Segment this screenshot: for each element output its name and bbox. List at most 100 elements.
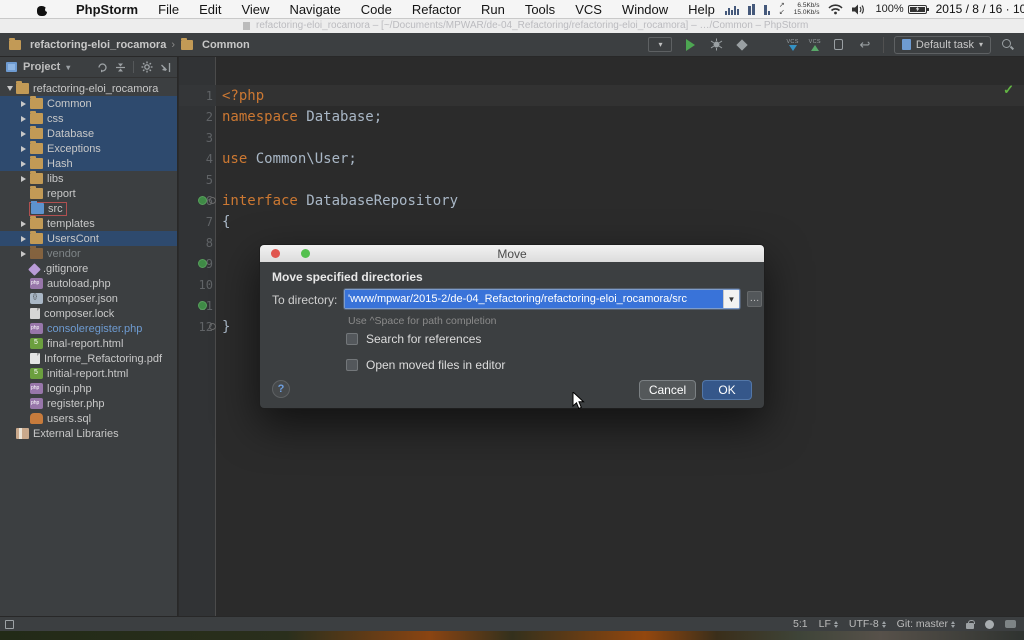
tree-item[interactable]: refactoring-eloi_rocamora (0, 81, 177, 96)
expand-arrow-icon[interactable] (18, 116, 29, 122)
menu-item[interactable]: Edit (189, 2, 231, 17)
menu-item[interactable]: Window (612, 2, 678, 17)
collapse-all-icon[interactable] (115, 62, 126, 73)
expand-arrow-icon[interactable] (18, 161, 29, 167)
expand-arrow-icon[interactable] (4, 86, 15, 91)
tree-item[interactable]: Hash (0, 156, 177, 171)
search-everywhere-icon[interactable] (1001, 38, 1014, 51)
tree-item[interactable]: External Libraries (0, 426, 177, 441)
open-moved-files-checkbox[interactable]: Open moved files in editor (346, 358, 505, 372)
expand-arrow-icon[interactable] (18, 146, 29, 152)
run-config-dropdown[interactable]: ▾ (648, 37, 672, 52)
gear-icon[interactable] (141, 61, 153, 73)
hector-inspection-icon[interactable] (985, 620, 994, 629)
sync-icon[interactable] (97, 62, 108, 73)
inspection-status-icon[interactable]: ✓ (1003, 82, 1014, 98)
tree-item[interactable]: initial-report.html (0, 366, 177, 381)
expand-arrow-icon[interactable] (18, 221, 29, 227)
search-for-references-checkbox[interactable]: Search for references (346, 332, 481, 346)
menu-item[interactable]: PhpStorm (66, 2, 148, 17)
tree-item[interactable]: vendor (0, 246, 177, 261)
code-line[interactable]: 7{ (179, 211, 1024, 232)
default-task-button[interactable]: Default task ▾ (894, 36, 991, 54)
wifi-icon[interactable] (828, 4, 843, 15)
checkbox-icon[interactable] (346, 333, 358, 345)
lock-icon[interactable] (966, 623, 974, 629)
code-line[interactable]: 1<?php (179, 85, 1024, 106)
menu-item[interactable]: File (148, 2, 189, 17)
menu-item[interactable]: Refactor (402, 2, 471, 17)
encoding-selector[interactable]: UTF-8 (849, 618, 886, 630)
menu-item[interactable]: Help (678, 2, 725, 17)
menu-item[interactable]: Navigate (279, 2, 350, 17)
expand-arrow-icon[interactable] (18, 236, 29, 242)
tree-item[interactable]: libs (0, 171, 177, 186)
menu-item[interactable]: Tools (515, 2, 565, 17)
chevron-down-icon[interactable]: ▾ (66, 63, 70, 72)
tree-item[interactable]: Database (0, 126, 177, 141)
git-branch-selector[interactable]: Git: master (897, 618, 955, 630)
caret-position[interactable]: 5:1 (793, 618, 808, 630)
dialog-title-bar[interactable]: Move (260, 245, 764, 262)
code-line[interactable]: 4use Common\User; (179, 148, 1024, 169)
menu-item[interactable]: Code (351, 2, 402, 17)
tree-item[interactable]: consoleregister.php (0, 321, 177, 336)
tree-item[interactable]: autoload.php (0, 276, 177, 291)
ok-button[interactable]: OK (702, 380, 752, 400)
cpu-meter-icon[interactable] (725, 4, 739, 15)
tree-item[interactable]: composer.lock (0, 306, 177, 321)
vcs-update-button[interactable]: VCS (786, 39, 798, 51)
apple-icon[interactable] (36, 3, 48, 16)
disk-meter-icon[interactable] (764, 4, 770, 15)
code-line[interactable]: 3 (179, 127, 1024, 148)
tree-item[interactable]: css (0, 111, 177, 126)
fold-marker-icon[interactable] (209, 197, 216, 204)
tree-item[interactable]: UsersCont (0, 231, 177, 246)
tree-item[interactable]: users.sql (0, 411, 177, 426)
fold-marker-icon[interactable] (209, 323, 216, 330)
implemented-marker-icon[interactable] (198, 259, 207, 268)
menu-item[interactable]: VCS (565, 2, 612, 17)
tree-item[interactable]: Common (0, 96, 177, 111)
cancel-button[interactable]: Cancel (639, 380, 696, 400)
tree-item[interactable]: login.php (0, 381, 177, 396)
directory-path-value[interactable]: 'www/mpwar/2015-2/de-04_Refactoring/refa… (345, 290, 723, 308)
profiler-icon[interactable] (760, 37, 776, 53)
volume-icon[interactable] (852, 4, 866, 15)
expand-arrow-icon[interactable] (18, 176, 29, 182)
project-panel-title[interactable]: Project (23, 61, 60, 73)
implemented-marker-icon[interactable] (198, 196, 207, 205)
combobox-dropdown-icon[interactable]: ▼ (723, 290, 739, 308)
directory-combobox[interactable]: 'www/mpwar/2015-2/de-04_Refactoring/refa… (344, 289, 740, 309)
changes-icon[interactable] (831, 37, 847, 53)
menu-item[interactable]: View (231, 2, 279, 17)
code-line[interactable]: 5 (179, 169, 1024, 190)
toolwindow-toggle-icon[interactable] (5, 620, 14, 629)
help-button[interactable]: ? (272, 380, 290, 398)
expand-arrow-icon[interactable] (18, 101, 29, 107)
tree-item[interactable]: report (0, 186, 177, 201)
memory-meter-icon[interactable] (748, 4, 755, 15)
tree-item[interactable]: .gitignore (0, 261, 177, 276)
debug-icon[interactable] (708, 37, 724, 53)
tree-item[interactable]: register.php (0, 396, 177, 411)
breadcrumb-common[interactable]: Common (180, 39, 250, 51)
implemented-marker-icon[interactable] (198, 301, 207, 310)
tree-item[interactable]: final-report.html (0, 336, 177, 351)
tree-item[interactable]: composer.json (0, 291, 177, 306)
menu-bar-clock[interactable]: 2015 / 8 / 16 · 10:41 (936, 2, 1024, 16)
code-line[interactable]: 2namespace Database; (179, 106, 1024, 127)
checkbox-icon[interactable] (346, 359, 358, 371)
tree-item[interactable]: src (0, 201, 177, 216)
rollback-icon[interactable]: ↩ (857, 37, 873, 53)
line-ending-selector[interactable]: LF (819, 618, 838, 630)
battery-indicator[interactable]: 100% (875, 3, 926, 15)
menu-item[interactable]: Run (471, 2, 515, 17)
tree-item[interactable]: templates (0, 216, 177, 231)
expand-arrow-icon[interactable] (18, 251, 29, 257)
network-speed[interactable]: 6.5Kb/s 15.0Kb/s (794, 2, 820, 16)
code-line[interactable]: 6interface DatabaseRepository (179, 190, 1024, 211)
breadcrumb-project[interactable]: refactoring-eloi_rocamora (8, 39, 166, 51)
vcs-commit-button[interactable]: VCS (809, 39, 821, 51)
hide-panel-icon[interactable] (160, 62, 171, 73)
